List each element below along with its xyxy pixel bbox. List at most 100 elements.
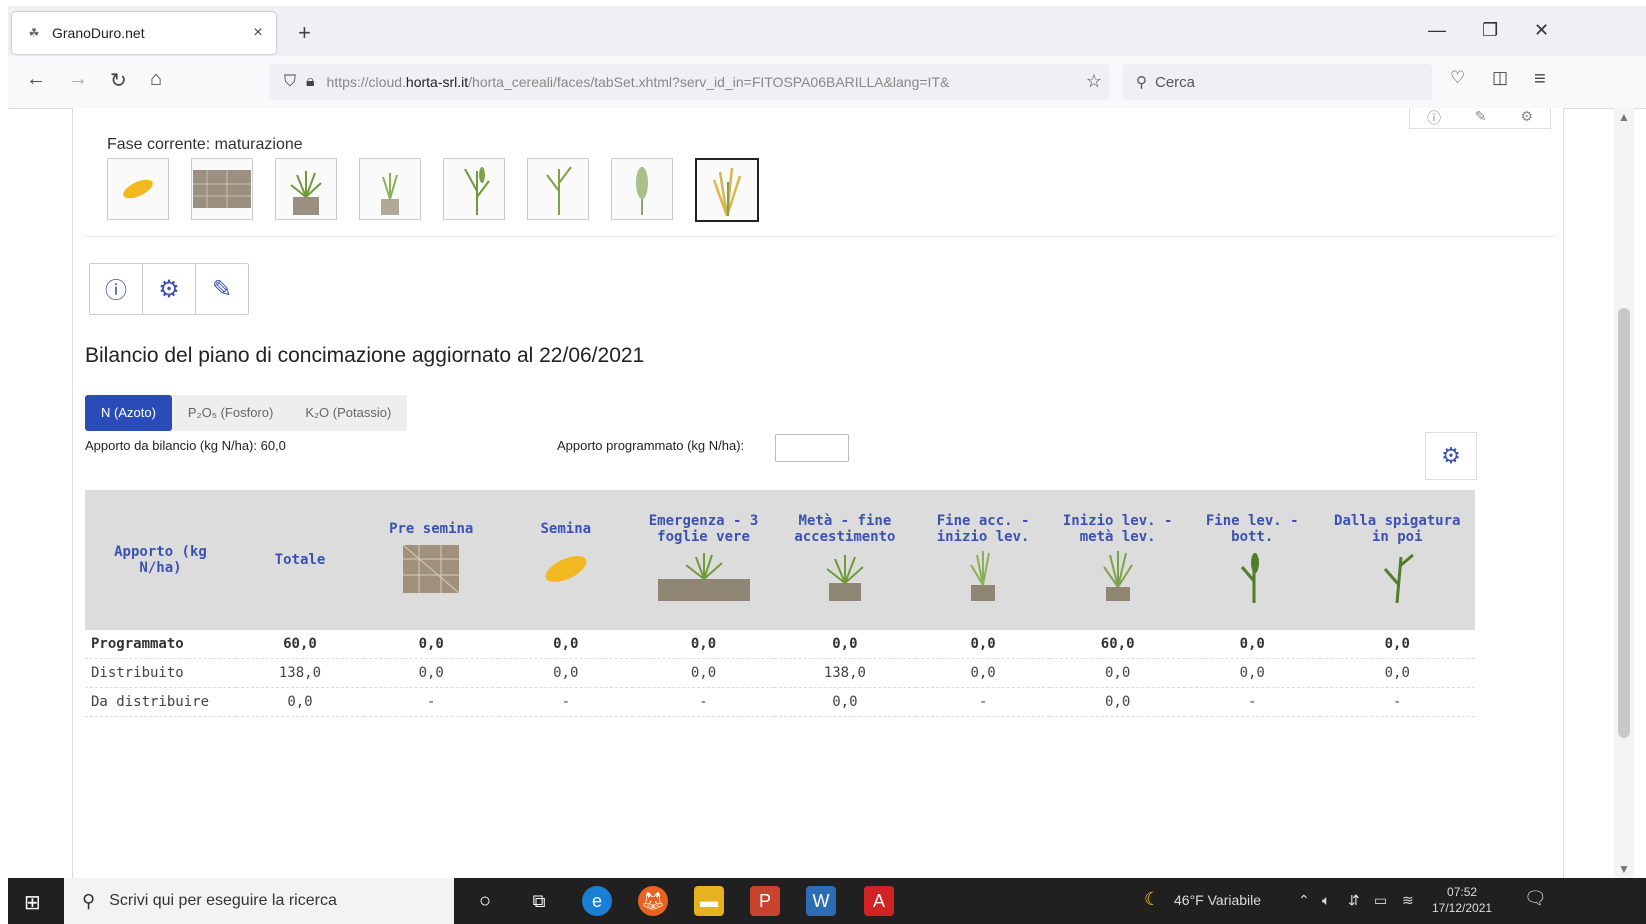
soil-icon (402, 544, 460, 594)
windows-start-icon[interactable]: ⊞ (24, 890, 41, 915)
table-settings-button[interactable]: ⚙ (1425, 432, 1477, 480)
clock[interactable]: 07:52 17/12/2021 (1432, 884, 1492, 916)
edit-button[interactable]: ✎ (196, 264, 248, 314)
scroll-up-icon[interactable]: ▲ (1618, 110, 1630, 124)
col-header-fine-lev: Fine lev. - bott. (1184, 490, 1320, 630)
page-scrollbar[interactable]: ▲ ▼ (1614, 108, 1634, 878)
row-label: Programmato (85, 630, 236, 659)
powerpoint-icon[interactable]: P (750, 886, 780, 916)
phase-thumbnails (107, 158, 781, 222)
stage-thumb-heading[interactable] (611, 158, 673, 220)
gear-icon: ⚙ (1441, 443, 1461, 468)
speaker-icon[interactable]: 🔈︎ (1322, 892, 1330, 909)
home-icon[interactable]: ⌂ (150, 68, 162, 91)
pocket-icon[interactable]: ♡ (1450, 68, 1465, 88)
scroll-down-icon[interactable]: ▼ (1618, 862, 1630, 876)
cell: 0,0 (633, 630, 774, 659)
col-header-apporto: Apporto (kg N/ha) (85, 490, 236, 630)
cell: 0,0 (498, 658, 634, 688)
cell: 0,0 (915, 658, 1051, 688)
notifications-icon[interactable]: 🗨︎ (1524, 888, 1547, 909)
menu-icon[interactable]: ≡ (1534, 68, 1546, 91)
bookmark-star-icon[interactable]: ☆ (1086, 71, 1102, 92)
table-header-row: Apporto (kg N/ha) Totale Pre semina Semi… (85, 490, 1475, 630)
stage-thumb-soil[interactable] (191, 158, 253, 220)
cell: 60,0 (235, 630, 364, 659)
search-placeholder: Cerca (1155, 73, 1196, 91)
table-row-distribuito: Distribuito 138,0 0,0 0,0 0,0 138,0 0,0 … (85, 658, 1475, 688)
file-explorer-icon[interactable]: ▬ (694, 886, 724, 916)
scroll-thumb[interactable] (1618, 308, 1630, 738)
cell: - (1184, 687, 1320, 717)
acrobat-icon[interactable]: A (864, 886, 894, 916)
cell: 0,0 (1319, 658, 1475, 688)
tab-phosphorus[interactable]: P₂O₅ (Fosforo) (172, 395, 289, 431)
battery-icon[interactable]: ▭ (1374, 892, 1387, 909)
tab-nitrogen[interactable]: N (Azoto) (85, 395, 172, 431)
cell: 138,0 (773, 658, 916, 688)
cell: 0,0 (1050, 687, 1185, 717)
apporto-programmato-input[interactable] (775, 434, 849, 462)
url-text: https://cloud.horta-srl.it/horta_cereali… (326, 74, 950, 90)
stage-thumb-emergence[interactable] (275, 158, 337, 220)
browser-tab[interactable]: ☘ GranoDuro.net × (12, 12, 276, 54)
heading-icon (1384, 553, 1415, 604)
cell: - (363, 687, 499, 717)
cell: 0,0 (363, 658, 499, 688)
browser-search-box[interactable]: ⚲ Cerca (1122, 64, 1432, 100)
toolbar: ⓘ ⚙ ✎ (89, 263, 249, 315)
taskbar-search[interactable]: ⚲ Scrivi qui per eseguire la ricerca (64, 878, 454, 924)
gear-icon: ⚙ (158, 275, 180, 303)
cortana-icon[interactable]: ○ (470, 886, 500, 916)
firefox-icon[interactable]: 🦊︎ (638, 886, 668, 916)
cell: 0,0 (773, 687, 916, 717)
edit-icon: ✎ (211, 275, 233, 303)
search-icon: ⚲ (82, 890, 96, 911)
restore-icon[interactable]: ❐ (1482, 20, 1498, 41)
task-view-icon[interactable]: ⧉ (524, 886, 554, 916)
reload-icon[interactable]: ↻ (110, 68, 127, 93)
help-button[interactable]: ⓘ (90, 264, 143, 314)
cell: - (1319, 687, 1475, 717)
stage-thumb-stem[interactable] (443, 158, 505, 220)
shield-icon: ⛉ (284, 73, 297, 90)
settings-button[interactable]: ⚙ (143, 264, 196, 314)
back-icon[interactable]: ← (26, 68, 46, 91)
clock-date: 17/12/2021 (1432, 901, 1493, 915)
cell: 0,0 (915, 630, 1051, 659)
stage-thumb-boot[interactable] (527, 158, 589, 220)
col-header-accestimento: Metà - fine accestimento (773, 490, 916, 630)
edge-icon[interactable]: e (582, 886, 612, 916)
forward-icon[interactable]: → (68, 68, 88, 91)
browser-tabbar: ☘ GranoDuro.net × + — ❐ ✕ (8, 6, 1646, 56)
help-icon: ⓘ (104, 278, 127, 303)
boot-icon (1241, 553, 1260, 603)
sidebar-icon[interactable]: ◫ (1492, 68, 1508, 88)
fertilization-table: Apporto (kg N/ha) Totale Pre semina Semi… (85, 490, 1475, 717)
apporto-bilancio-label: Apporto da bilancio (kg N/ha): 60,0 (85, 438, 286, 453)
close-tab-icon[interactable]: × (246, 24, 270, 42)
tab-potassium[interactable]: K₂O (Potassio) (289, 395, 407, 431)
close-window-icon[interactable]: ✕ (1534, 20, 1549, 41)
row-label: Distribuito (85, 658, 236, 688)
word-icon[interactable]: W (806, 886, 836, 916)
url-bar[interactable]: ⛉ 🔒︎ https://cloud.horta-srl.it/horta_ce… (270, 64, 1110, 100)
network-icon[interactable]: ⇵ (1348, 892, 1360, 909)
tray-chevron-icon[interactable]: ⌃ (1298, 892, 1310, 909)
col-header-fine-acc: Fine acc. - inizio lev. (915, 490, 1051, 630)
minimize-icon[interactable]: — (1428, 20, 1446, 41)
jointing-icon (1102, 551, 1133, 601)
stage-thumb-tillering[interactable] (359, 158, 421, 220)
stage-thumb-seed[interactable] (107, 158, 169, 220)
weather-text[interactable]: 46°F Variabile (1174, 892, 1261, 908)
browser-navbar: ← → ↻ ⌂ ⛉ 🔒︎ https://cloud.horta-srl.it/… (8, 56, 1646, 109)
wifi-icon[interactable]: ≋ (1402, 892, 1414, 909)
seed-icon (545, 556, 587, 582)
page-content: ⓘ ✎ ⚙ Fase corrente: maturazione ⓘ ⚙ ✎ B… (72, 108, 1564, 878)
cell: - (915, 687, 1051, 717)
stage-thumb-ripening-selected[interactable] (695, 158, 759, 222)
new-tab-button[interactable]: + (298, 20, 311, 46)
cell: - (633, 687, 774, 717)
col-header-semina: Semina (498, 490, 634, 630)
col-header-totale: Totale (235, 490, 364, 630)
